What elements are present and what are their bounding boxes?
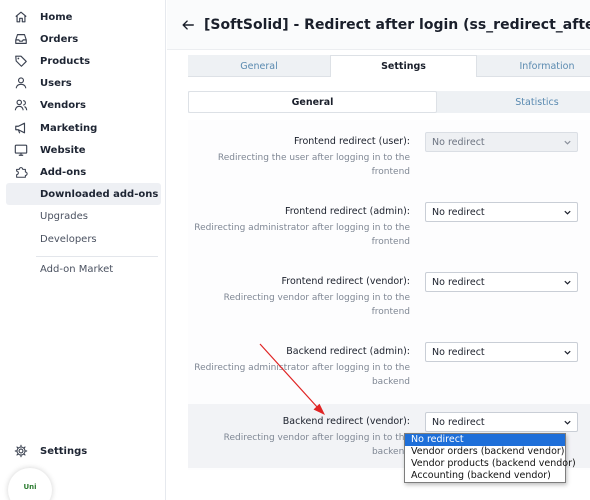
select-value: No redirect <box>432 346 485 358</box>
puzzle-icon <box>14 165 28 179</box>
main-content: [SoftSolid] - Redirect after login (ss_r… <box>167 0 590 500</box>
sidebar-item-label: Website <box>40 144 86 156</box>
dropdown-option-accounting[interactable]: Accounting (backend vendor) <box>405 470 565 482</box>
tab-settings[interactable]: Settings <box>330 55 477 77</box>
field-desc-backend-admin: Redirecting administrator after logging … <box>194 363 410 387</box>
chevron-down-icon <box>564 420 571 425</box>
page-title: [SoftSolid] - Redirect after login (ss_r… <box>204 16 590 33</box>
sidebar-item-label: Vendors <box>40 99 87 111</box>
sidebar-subitem-upgrades[interactable]: Upgrades <box>6 205 161 227</box>
secondary-tabs: General Statistics <box>188 91 590 113</box>
back-arrow-icon[interactable] <box>181 17 195 33</box>
sidebar-subitem-label: Downloaded add-ons <box>40 188 159 200</box>
gear-icon <box>14 444 28 458</box>
sidebar: Home Orders Products Users Vendors Marke… <box>0 0 166 500</box>
sidebar-item-settings[interactable]: Settings <box>6 440 160 462</box>
select-value: No redirect <box>432 276 485 288</box>
select-frontend-admin[interactable]: No redirect <box>425 202 578 222</box>
sidebar-item-addons[interactable]: Add-ons <box>6 161 160 183</box>
settings-label: Settings <box>40 445 88 457</box>
select-frontend-user[interactable]: No redirect <box>425 132 578 152</box>
sidebar-subitem-label: Developers <box>40 233 97 245</box>
sidebar-item-label: Marketing <box>40 122 98 134</box>
field-label-frontend-admin: Frontend redirect (admin): <box>284 206 410 217</box>
tag-icon <box>14 54 28 68</box>
select-value: No redirect <box>432 416 485 428</box>
sidebar-item-users[interactable]: Users <box>6 72 160 94</box>
sidebar-item-label: Add-ons <box>40 166 87 178</box>
page-header: [SoftSolid] - Redirect after login (ss_r… <box>167 0 590 50</box>
select-backend-admin[interactable]: No redirect <box>425 342 578 362</box>
select-value: No redirect <box>432 206 485 218</box>
select-dropdown-list: No redirect Vendor orders (backend vendo… <box>404 433 576 483</box>
select-frontend-vendor[interactable]: No redirect <box>425 272 578 292</box>
sidebar-divider <box>36 256 158 257</box>
field-label-frontend-vendor: Frontend redirect (vendor): <box>281 276 410 287</box>
sidebar-subitem-addon-market[interactable]: Add-on Market <box>6 258 161 280</box>
subtab-statistics[interactable]: Statistics <box>437 91 590 113</box>
dropdown-option-vendor-orders[interactable]: Vendor orders (backend vendor) <box>405 446 565 458</box>
sidebar-item-website[interactable]: Website <box>6 139 160 161</box>
dropdown-option-no-redirect[interactable]: No redirect <box>405 434 565 446</box>
chevron-down-icon <box>564 350 571 355</box>
sidebar-item-marketing[interactable]: Marketing <box>6 117 160 139</box>
chevron-down-icon <box>564 210 571 215</box>
sidebar-subitem-label: Upgrades <box>40 210 88 222</box>
users-icon <box>14 76 28 90</box>
field-desc-frontend-admin: Redirecting administrator after logging … <box>194 223 410 247</box>
sidebar-item-label: Home <box>40 11 73 23</box>
subtab-general[interactable]: General <box>188 91 437 113</box>
vendors-icon <box>14 98 28 112</box>
sidebar-subitem-developers[interactable]: Developers <box>6 228 161 250</box>
field-label-backend-admin: Backend redirect (admin): <box>286 346 410 357</box>
sidebar-item-vendors[interactable]: Vendors <box>6 94 160 116</box>
monitor-icon <box>14 143 28 157</box>
sidebar-item-label: Products <box>40 55 91 67</box>
home-icon <box>14 10 28 24</box>
settings-panel: Frontend redirect (user): Redirecting th… <box>188 120 590 470</box>
megaphone-icon <box>14 121 28 135</box>
primary-tabs: General Settings Information <box>188 55 590 77</box>
field-label-backend-vendor: Backend redirect (vendor): <box>282 416 410 427</box>
chevron-down-icon <box>564 140 571 145</box>
sidebar-subitem-downloaded-addons[interactable]: Downloaded add-ons <box>6 183 161 205</box>
tab-information[interactable]: Information <box>477 55 590 77</box>
select-backend-vendor[interactable]: No redirect <box>425 412 578 432</box>
inbox-icon <box>14 32 28 46</box>
field-desc-backend-vendor: Redirecting vendor after logging in to t… <box>223 433 410 457</box>
tab-general[interactable]: General <box>188 55 330 77</box>
avatar-text: Uni <box>23 483 37 491</box>
chevron-down-icon <box>564 280 571 285</box>
select-value: No redirect <box>432 136 485 148</box>
field-label-frontend-user: Frontend redirect (user): <box>294 136 410 147</box>
sidebar-item-home[interactable]: Home <box>6 6 160 28</box>
sidebar-item-products[interactable]: Products <box>6 50 160 72</box>
field-desc-frontend-vendor: Redirecting vendor after logging in to t… <box>223 293 410 317</box>
sidebar-item-label: Users <box>40 77 72 89</box>
field-desc-frontend-user: Redirecting the user after logging in to… <box>217 153 410 177</box>
sidebar-subitem-label: Add-on Market <box>40 263 114 275</box>
dropdown-option-vendor-products[interactable]: Vendor products (backend vendor) <box>405 458 576 470</box>
avatar[interactable]: Uni <box>8 468 52 500</box>
sidebar-item-label: Orders <box>40 33 79 45</box>
sidebar-item-orders[interactable]: Orders <box>6 28 160 50</box>
